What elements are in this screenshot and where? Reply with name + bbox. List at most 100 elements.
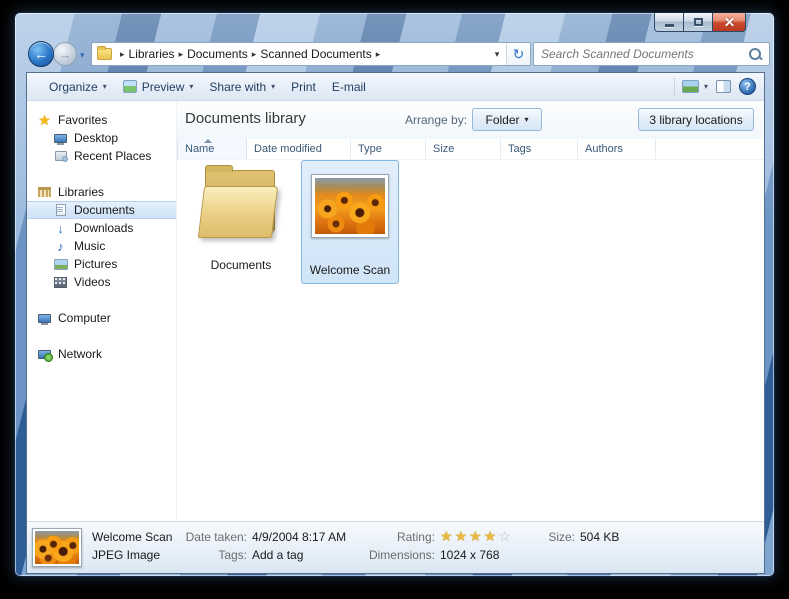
arrange-by-label: Arrange by: bbox=[405, 113, 468, 127]
sidebar-label: Computer bbox=[58, 311, 111, 325]
explorer-content: Organize ▾ Preview ▾ Share with ▾ Print … bbox=[26, 72, 765, 574]
forward-button[interactable]: → bbox=[53, 42, 77, 66]
column-name[interactable]: Name bbox=[177, 139, 247, 159]
chevron-down-icon: ▾ bbox=[189, 82, 194, 91]
libraries-icon bbox=[38, 187, 51, 197]
breadcrumb-arrow-icon[interactable]: ▸ bbox=[376, 49, 381, 60]
views-dropdown-icon[interactable]: ▾ bbox=[704, 82, 708, 91]
breadcrumb-arrow-icon[interactable]: ▸ bbox=[120, 49, 125, 60]
rating-star-icon[interactable]: ☆ bbox=[498, 528, 513, 544]
sidebar-item-downloads[interactable]: ↓ Downloads bbox=[27, 219, 176, 237]
library-locations-button[interactable]: 3 library locations bbox=[638, 108, 754, 131]
command-toolbar: Organize ▾ Preview ▾ Share with ▾ Print … bbox=[27, 73, 764, 101]
rating-star-icon[interactable]: ★ bbox=[440, 528, 455, 544]
column-authors[interactable]: Authors bbox=[578, 139, 656, 159]
rating-star-icon[interactable]: ★ bbox=[484, 528, 499, 544]
search-input[interactable] bbox=[534, 47, 747, 61]
folder-item-documents[interactable]: Documents bbox=[189, 162, 293, 278]
network-icon bbox=[38, 349, 51, 359]
music-icon: ♪ bbox=[57, 238, 64, 254]
sidebar-label: Libraries bbox=[58, 185, 105, 199]
library-header: Documents library Arrange by: Folder ▾ 3… bbox=[177, 101, 764, 139]
column-size[interactable]: Size bbox=[426, 139, 501, 159]
breadcrumb-documents[interactable]: Documents bbox=[187, 47, 248, 61]
search-icon[interactable] bbox=[747, 46, 763, 62]
preview-button[interactable]: Preview ▾ bbox=[115, 77, 202, 97]
back-button[interactable]: ← bbox=[28, 41, 54, 67]
navigation-pane: ★ Favorites Desktop Recent Places Librar… bbox=[27, 101, 177, 521]
breadcrumb-arrow-icon[interactable]: ▸ bbox=[179, 49, 184, 60]
maximize-button[interactable] bbox=[683, 13, 713, 32]
folder-icon bbox=[195, 165, 287, 244]
favorites-star-icon: ★ bbox=[38, 112, 51, 128]
address-bar[interactable]: ▸ Libraries ▸ Documents ▸ Scanned Docume… bbox=[91, 42, 531, 66]
organize-button[interactable]: Organize ▾ bbox=[41, 77, 115, 97]
explorer-window: ← → ▾ ▸ Libraries ▸ Documents ▸ Scanned … bbox=[14, 12, 775, 577]
history-dropdown-icon[interactable]: ▾ bbox=[80, 50, 85, 61]
column-tags[interactable]: Tags bbox=[501, 139, 578, 159]
flowers-image bbox=[315, 178, 385, 234]
rating-star-icon[interactable]: ★ bbox=[469, 528, 484, 544]
desktop-icon bbox=[54, 133, 67, 143]
sidebar-item-recent-places[interactable]: Recent Places bbox=[27, 147, 176, 165]
date-taken-label: Date taken: bbox=[185, 530, 247, 544]
rating-star-icon[interactable]: ★ bbox=[455, 528, 470, 544]
chevron-down-icon: ▾ bbox=[102, 82, 107, 91]
sidebar-item-documents[interactable]: Documents bbox=[27, 201, 176, 219]
print-label: Print bbox=[291, 79, 316, 94]
sidebar-item-desktop[interactable]: Desktop bbox=[27, 129, 176, 147]
sidebar-label: Pictures bbox=[74, 257, 118, 271]
share-with-label: Share with bbox=[209, 79, 267, 94]
sidebar-item-libraries[interactable]: Libraries bbox=[27, 183, 176, 201]
sidebar-item-favorites[interactable]: ★ Favorites bbox=[27, 111, 176, 129]
print-button[interactable]: Print bbox=[283, 77, 324, 97]
date-taken-value: 4/9/2004 8:17 AM bbox=[252, 530, 347, 544]
sidebar-item-music[interactable]: ♪ Music bbox=[27, 237, 176, 255]
size-label: Size: bbox=[548, 530, 575, 544]
rating-label: Rating: bbox=[396, 530, 435, 544]
refresh-icon[interactable]: ↻ bbox=[506, 43, 530, 65]
documents-icon bbox=[55, 204, 66, 216]
preview-pane-toggle[interactable] bbox=[716, 80, 731, 93]
change-view-button[interactable] bbox=[681, 80, 699, 93]
rating-stars[interactable]: ★★★★☆ bbox=[440, 528, 513, 545]
close-button[interactable] bbox=[713, 13, 746, 32]
navigation-bar: ← → ▾ ▸ Libraries ▸ Documents ▸ Scanned … bbox=[15, 41, 774, 68]
email-button[interactable]: E-mail bbox=[324, 77, 374, 97]
sidebar-label: Favorites bbox=[58, 113, 108, 127]
tags-value[interactable]: Add a tag bbox=[252, 548, 303, 562]
window-controls bbox=[654, 13, 746, 32]
arrange-value: Folder bbox=[485, 112, 520, 127]
column-type[interactable]: Type bbox=[351, 139, 426, 159]
sidebar-label: Desktop bbox=[74, 131, 119, 145]
image-item-welcome-scan[interactable]: Welcome Scan bbox=[301, 160, 399, 284]
column-date-modified[interactable]: Date modified bbox=[247, 139, 351, 159]
sidebar-item-pictures[interactable]: Pictures bbox=[27, 255, 176, 273]
help-button[interactable]: ? bbox=[739, 78, 756, 95]
preview-label: Preview bbox=[141, 79, 185, 94]
sidebar-item-computer[interactable]: Computer bbox=[27, 309, 176, 327]
share-with-button[interactable]: Share with ▾ bbox=[201, 77, 283, 97]
sidebar-item-network[interactable]: Network bbox=[27, 345, 176, 363]
item-label: Documents bbox=[210, 258, 272, 272]
file-list-pane: Documents library Arrange by: Folder ▾ 3… bbox=[177, 101, 764, 521]
sidebar-label: Downloads bbox=[74, 221, 134, 235]
maximize-icon bbox=[693, 18, 703, 26]
chevron-down-icon: ▾ bbox=[524, 115, 529, 124]
address-dropdown-icon[interactable]: ▾ bbox=[488, 49, 506, 60]
pictures-icon bbox=[53, 258, 68, 270]
recent-places-icon bbox=[54, 151, 67, 161]
items-view[interactable]: Documents Welcome Scan bbox=[177, 160, 764, 521]
breadcrumb-scanned-documents[interactable]: Scanned Documents bbox=[260, 47, 371, 61]
breadcrumb-libraries[interactable]: Libraries bbox=[129, 47, 175, 61]
sidebar-item-videos[interactable]: Videos bbox=[27, 273, 176, 291]
minimize-button[interactable] bbox=[654, 13, 683, 32]
item-label: Welcome Scan bbox=[309, 263, 391, 277]
sidebar-label: Videos bbox=[74, 275, 111, 289]
photo-thumbnail bbox=[311, 174, 389, 238]
breadcrumb-arrow-icon[interactable]: ▸ bbox=[252, 49, 257, 60]
flowers-image bbox=[35, 531, 79, 564]
details-thumbnail bbox=[32, 528, 82, 567]
preview-icon bbox=[122, 80, 137, 93]
arrange-by-folder-button[interactable]: Folder ▾ bbox=[472, 108, 542, 131]
